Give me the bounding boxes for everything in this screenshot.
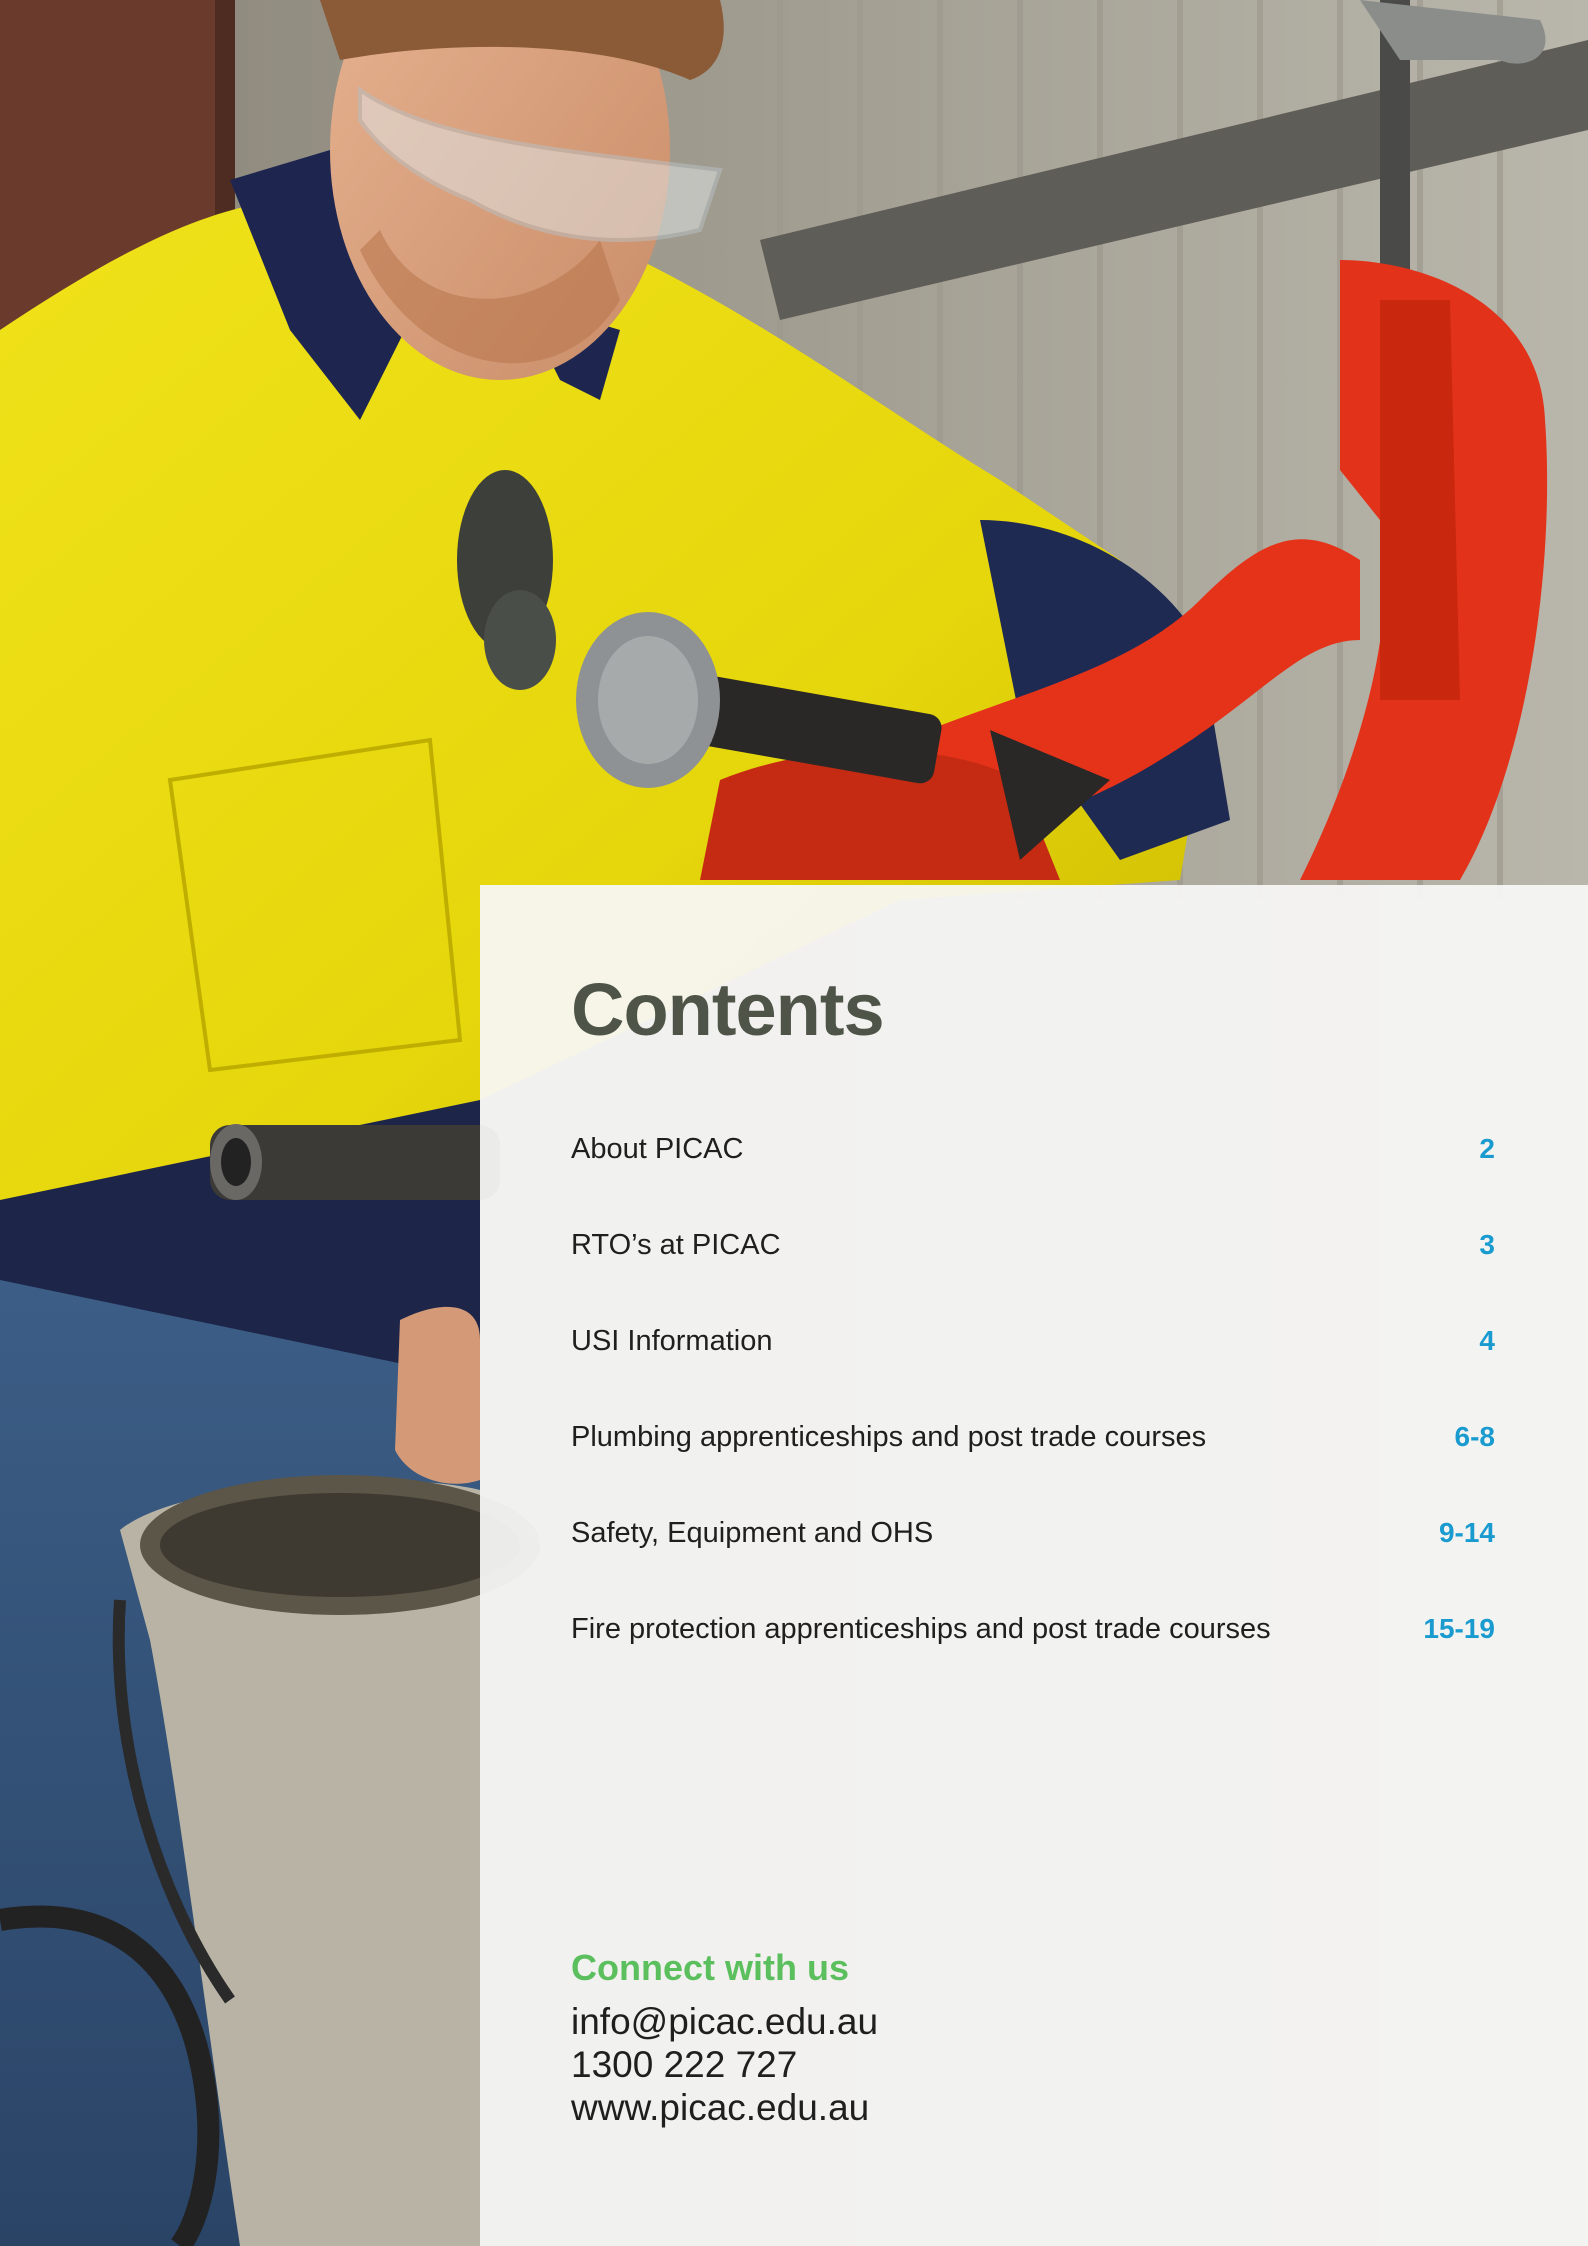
toc-entry-label[interactable]: Safety, Equipment and OHS (571, 1519, 933, 1548)
toc-entry-page-number[interactable]: 9-14 (1439, 1519, 1495, 1547)
website-link[interactable]: www.picac.edu.au (571, 2086, 878, 2129)
toc-entry-page-number[interactable]: 15-19 (1423, 1615, 1495, 1643)
email-link[interactable]: info@picac.edu.au (571, 2000, 878, 2043)
toc-entry[interactable]: Fire protection apprenticeships and post… (571, 1615, 1495, 1711)
toc-entry[interactable]: About PICAC 2 (571, 1135, 1495, 1231)
connect-heading: Connect with us (571, 1947, 849, 1988)
toc-entry-page-number[interactable]: 4 (1479, 1327, 1495, 1355)
phone-link[interactable]: 1300 222 727 (571, 2043, 878, 2086)
contents-title: Contents (571, 968, 885, 1051)
contents-panel: Contents About PICAC 2 RTO’s at PICAC 3 … (480, 885, 1588, 2246)
toc-entry-label[interactable]: RTO’s at PICAC (571, 1231, 781, 1260)
toc-entry[interactable]: RTO’s at PICAC 3 (571, 1231, 1495, 1327)
connect-section: Connect with us info@picac.edu.au 1300 2… (571, 1950, 878, 2129)
toc-entry-page-number[interactable]: 2 (1479, 1135, 1495, 1163)
toc-entry-label[interactable]: About PICAC (571, 1135, 743, 1164)
toc-entry-page-number[interactable]: 3 (1479, 1231, 1495, 1259)
table-of-contents: About PICAC 2 RTO’s at PICAC 3 USI Infor… (571, 1135, 1495, 1711)
toc-entry[interactable]: Plumbing apprenticeships and post trade … (571, 1423, 1495, 1519)
toc-entry[interactable]: Safety, Equipment and OHS 9-14 (571, 1519, 1495, 1615)
toc-entry-page-number[interactable]: 6-8 (1455, 1423, 1495, 1451)
toc-entry-label[interactable]: Fire protection apprenticeships and post… (571, 1615, 1271, 1644)
toc-entry-label[interactable]: USI Information (571, 1327, 772, 1356)
toc-entry-label[interactable]: Plumbing apprenticeships and post trade … (571, 1423, 1206, 1452)
toc-entry[interactable]: USI Information 4 (571, 1327, 1495, 1423)
